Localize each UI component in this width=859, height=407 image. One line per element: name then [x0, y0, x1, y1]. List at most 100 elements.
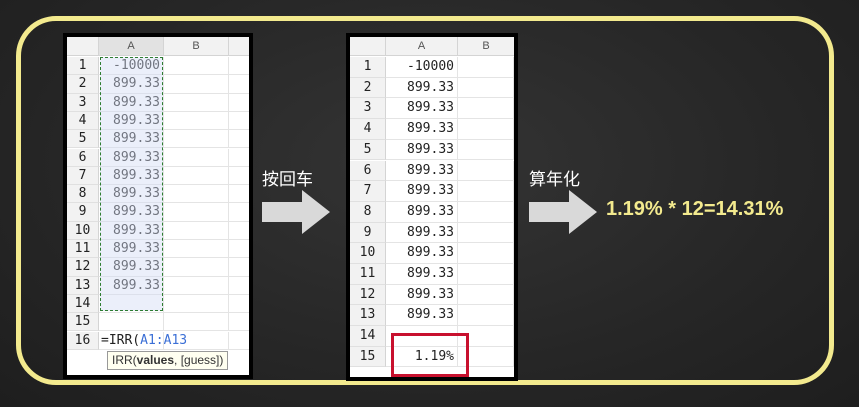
- row-header[interactable]: 2: [67, 75, 99, 94]
- cell-c[interactable]: [229, 149, 249, 167]
- column-header-b[interactable]: B: [164, 37, 229, 56]
- cell-b[interactable]: [458, 160, 514, 182]
- cell-c[interactable]: [229, 94, 249, 112]
- cell-a[interactable]: 899.33: [386, 77, 458, 99]
- cell-c[interactable]: [229, 130, 249, 149]
- tooltip-arg-values: values: [136, 353, 175, 367]
- cell-b[interactable]: [458, 98, 514, 120]
- cell-b[interactable]: [458, 201, 514, 223]
- row-header[interactable]: 7: [67, 166, 99, 186]
- row-header[interactable]: 11: [67, 240, 99, 259]
- cell-b[interactable]: [458, 57, 514, 78]
- cell-c[interactable]: [229, 112, 249, 131]
- cell-b[interactable]: [458, 119, 514, 140]
- row-header[interactable]: 6: [350, 160, 386, 182]
- cell-a[interactable]: -10000: [386, 57, 458, 78]
- cell-b[interactable]: [164, 166, 229, 186]
- cell-a[interactable]: 899.33: [386, 305, 458, 327]
- cell-c[interactable]: [229, 222, 249, 240]
- cell-c[interactable]: [229, 240, 249, 259]
- row-header[interactable]: 3: [67, 93, 99, 112]
- row-header[interactable]: 2: [350, 77, 386, 99]
- cell-a[interactable]: 899.33: [386, 160, 458, 182]
- row-header[interactable]: 13: [350, 305, 386, 327]
- cell-b[interactable]: [164, 93, 229, 112]
- cell-b[interactable]: [458, 222, 514, 244]
- right-arrow-icon: [262, 190, 330, 234]
- cell-a[interactable]: [99, 313, 164, 332]
- cell-b[interactable]: [164, 294, 229, 314]
- row-header[interactable]: 4: [350, 119, 386, 140]
- cell-b[interactable]: [164, 148, 229, 167]
- cell-c[interactable]: [229, 185, 249, 204]
- cell-c[interactable]: [229, 277, 249, 295]
- cell-c[interactable]: [229, 203, 249, 222]
- right-spreadsheet: A B 1 -10000 2 899.33 3 899.33 4 899.33 5 899.33 6…: [346, 33, 518, 381]
- cell-a[interactable]: 899.33: [386, 222, 458, 244]
- cell-c[interactable]: [229, 57, 249, 76]
- column-header-a[interactable]: A: [386, 37, 458, 56]
- row-header[interactable]: 12: [67, 258, 99, 277]
- row-header[interactable]: 8: [350, 201, 386, 223]
- row-header[interactable]: 8: [67, 185, 99, 204]
- row-header[interactable]: 9: [67, 203, 99, 222]
- cell-c[interactable]: [229, 75, 249, 94]
- row-header[interactable]: 14: [350, 326, 386, 347]
- formula-cell[interactable]: =IRR(A1:A13: [99, 331, 249, 351]
- cell-a[interactable]: 899.33: [386, 139, 458, 161]
- column-header-a[interactable]: A: [99, 37, 164, 56]
- row-header[interactable]: 12: [350, 284, 386, 306]
- cell-b[interactable]: [458, 77, 514, 99]
- row-header[interactable]: 4: [67, 111, 99, 131]
- cell-b[interactable]: [164, 203, 229, 222]
- row-header[interactable]: 10: [350, 243, 386, 264]
- cell-b[interactable]: [164, 75, 229, 94]
- row-header[interactable]: 5: [67, 130, 99, 149]
- cell-b[interactable]: [458, 139, 514, 161]
- cell-c[interactable]: [229, 167, 249, 186]
- cell-c[interactable]: [229, 295, 249, 314]
- column-header-c[interactable]: [229, 37, 249, 56]
- cell-b[interactable]: [458, 243, 514, 264]
- cell-b[interactable]: [164, 240, 229, 259]
- cell-b[interactable]: [164, 111, 229, 131]
- row-header[interactable]: 11: [350, 264, 386, 285]
- row-header[interactable]: 6: [67, 148, 99, 167]
- row-header[interactable]: 13: [67, 276, 99, 295]
- cell-a[interactable]: 899.33: [386, 201, 458, 223]
- row-header[interactable]: 5: [350, 139, 386, 161]
- cell-b[interactable]: [164, 313, 229, 332]
- row-header[interactable]: 14: [67, 294, 99, 314]
- cell-b[interactable]: [458, 284, 514, 306]
- cell-b[interactable]: [164, 57, 229, 76]
- cell-b[interactable]: [458, 181, 514, 202]
- cell-b[interactable]: [164, 258, 229, 277]
- row-header[interactable]: 10: [67, 221, 99, 240]
- column-header-b[interactable]: B: [458, 37, 514, 56]
- row-header[interactable]: 3: [350, 98, 386, 120]
- cell-a[interactable]: 899.33: [386, 243, 458, 264]
- cell-b[interactable]: [164, 185, 229, 204]
- row-header[interactable]: 9: [350, 222, 386, 244]
- cell-b[interactable]: [164, 130, 229, 149]
- cell-a[interactable]: 899.33: [386, 98, 458, 120]
- right-arrow-icon: [529, 190, 597, 234]
- cell-c[interactable]: [229, 313, 249, 332]
- row-header[interactable]: 1: [67, 57, 99, 76]
- cell-b[interactable]: [164, 276, 229, 295]
- cell-b[interactable]: [164, 221, 229, 240]
- cell-a[interactable]: 899.33: [386, 284, 458, 306]
- row-header[interactable]: 15: [67, 313, 99, 332]
- row-header[interactable]: 15: [350, 346, 386, 368]
- cell-a[interactable]: 899.33: [386, 119, 458, 140]
- cell-b[interactable]: [458, 264, 514, 285]
- row-header[interactable]: 7: [350, 181, 386, 202]
- cell-b[interactable]: [458, 305, 514, 327]
- cell-a[interactable]: 899.33: [386, 264, 458, 285]
- row-header[interactable]: 16: [67, 331, 99, 350]
- cell-a[interactable]: 899.33: [386, 181, 458, 202]
- row-header[interactable]: 1: [350, 57, 386, 78]
- selection-marquee: [100, 57, 163, 311]
- cell-c[interactable]: [229, 258, 249, 277]
- corner-header: [350, 37, 386, 56]
